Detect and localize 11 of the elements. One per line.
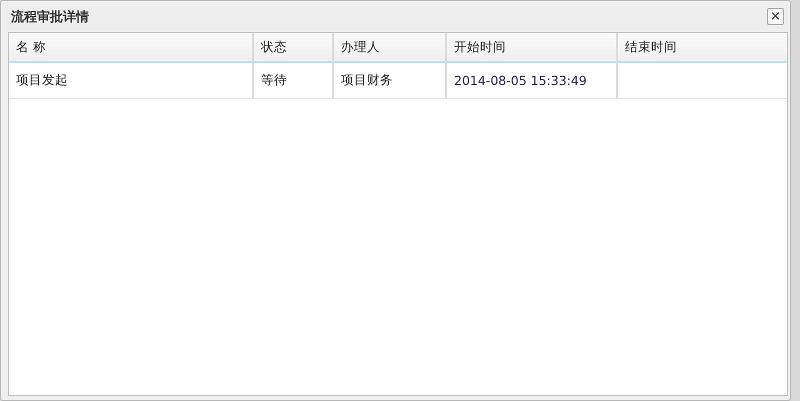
column-header[interactable]: 结束时间	[618, 33, 787, 61]
close-button[interactable]: ×	[767, 8, 784, 25]
column-header[interactable]: 名 称	[9, 33, 254, 61]
table-cell: 等待	[254, 63, 334, 98]
table-cell: 项目财务	[334, 63, 447, 98]
column-header[interactable]: 开始时间	[447, 33, 618, 61]
table-cell: 2014-08-05 15:33:49	[447, 63, 618, 98]
column-header[interactable]: 办理人	[334, 33, 447, 61]
dialog-title: 流程审批详情	[10, 8, 89, 26]
table-cell: 项目发起	[9, 63, 254, 98]
column-header[interactable]: 状态	[254, 33, 334, 61]
